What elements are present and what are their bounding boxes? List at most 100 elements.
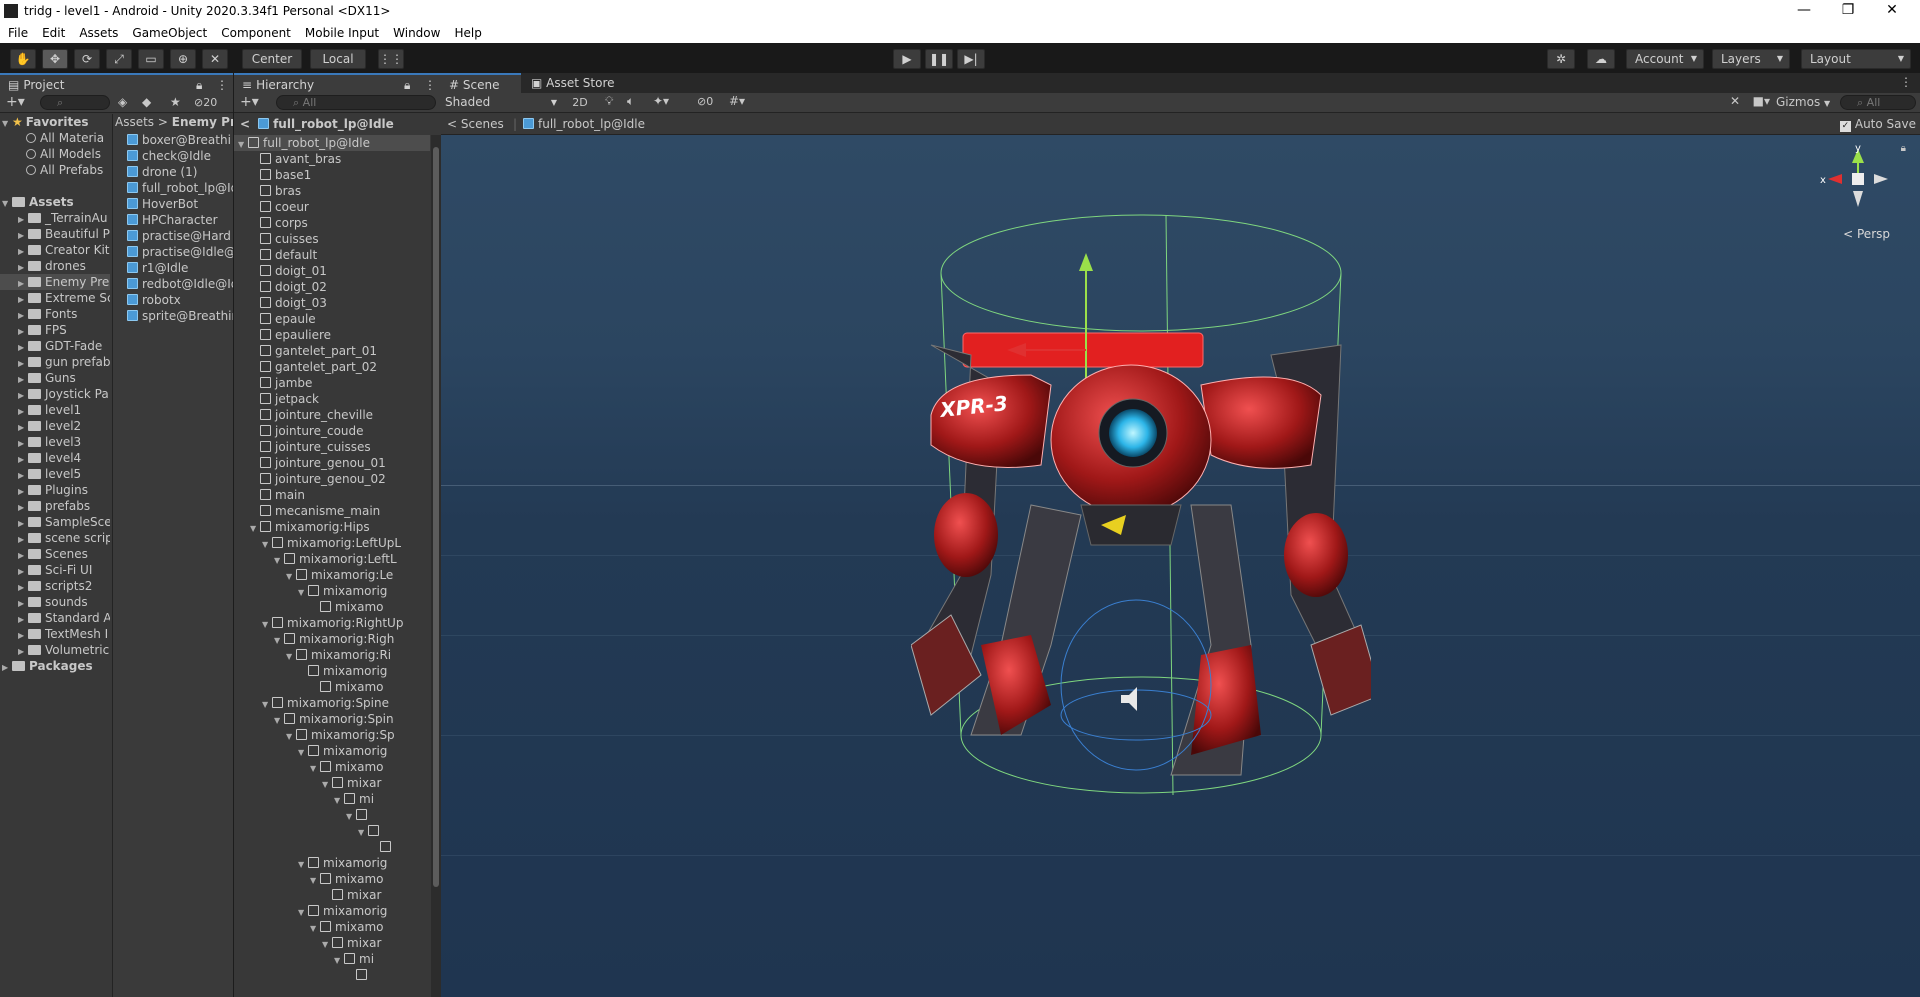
- menu-edit[interactable]: Edit: [34, 26, 71, 40]
- expand-arrow-icon[interactable]: ▼: [274, 553, 284, 567]
- expand-arrow-icon[interactable]: ▶: [18, 644, 28, 658]
- expand-arrow-icon[interactable]: ▼: [322, 937, 332, 951]
- hierarchy-row[interactable]: ▼ mixamorig:RightUp: [234, 615, 430, 631]
- tab-asset-store[interactable]: ▣ Asset Store: [523, 73, 623, 93]
- expand-arrow-icon[interactable]: ▶: [18, 276, 28, 290]
- back-arrow-icon[interactable]: <: [240, 117, 250, 131]
- expand-arrow-icon[interactable]: ▼: [334, 953, 344, 967]
- folder-item[interactable]: ▶ Guns: [0, 370, 110, 386]
- expand-arrow-icon[interactable]: ▶: [18, 212, 28, 226]
- folder-item[interactable]: ▶ level1: [0, 402, 110, 418]
- hierarchy-row[interactable]: gantelet_part_02: [234, 359, 430, 375]
- expand-arrow-icon[interactable]: ▶: [18, 612, 28, 626]
- menu-file[interactable]: File: [0, 26, 34, 40]
- hierarchy-row[interactable]: mixar: [234, 887, 430, 903]
- folder-item[interactable]: ▶ gun prefab: [0, 354, 110, 370]
- hierarchy-row[interactable]: jambe: [234, 375, 430, 391]
- folder-item[interactable]: ▶ Plugins: [0, 482, 110, 498]
- folder-item[interactable]: ▶ sounds: [0, 594, 110, 610]
- expand-arrow-icon[interactable]: ▶: [18, 564, 28, 578]
- lock-icon[interactable]: 🔒︎: [1901, 143, 1906, 154]
- folder-item[interactable]: ▶ Enemy Pre: [0, 274, 110, 290]
- expand-arrow-icon[interactable]: ▶: [18, 516, 28, 530]
- folder-item[interactable]: ▶ level5: [0, 466, 110, 482]
- expand-arrow-icon[interactable]: ▶: [18, 596, 28, 610]
- expand-arrow-icon[interactable]: ▼: [298, 585, 308, 599]
- hierarchy-row[interactable]: mixamo: [234, 599, 430, 615]
- expand-arrow-icon[interactable]: ▶: [18, 388, 28, 402]
- hierarchy-row[interactable]: corps: [234, 215, 430, 231]
- hierarchy-row[interactable]: jointure_cheville: [234, 407, 430, 423]
- hierarchy-row[interactable]: ▼ mixamorig: [234, 855, 430, 871]
- expand-arrow-icon[interactable]: ▶: [18, 324, 28, 338]
- folder-item[interactable]: ▶ GDT-Fade: [0, 338, 110, 354]
- layout-dropdown[interactable]: Layout: [1801, 49, 1911, 69]
- hierarchy-row[interactable]: ▼ mixamorig:Spine: [234, 695, 430, 711]
- asset-item[interactable]: r1@Idle: [127, 260, 188, 276]
- hierarchy-row[interactable]: bras: [234, 183, 430, 199]
- asset-item[interactable]: practise@Idle@: [127, 244, 233, 260]
- filter-label-icon[interactable]: ◆: [142, 95, 151, 109]
- asset-item[interactable]: practise@Hard: [127, 228, 231, 244]
- favorites-header[interactable]: ▼ ★ Favorites: [2, 114, 88, 130]
- hierarchy-row[interactable]: base1: [234, 167, 430, 183]
- expand-arrow-icon[interactable]: ▼: [274, 633, 284, 647]
- expand-arrow-icon[interactable]: ▼: [262, 697, 272, 711]
- close-button[interactable]: ✕: [1870, 0, 1914, 22]
- expand-arrow-icon[interactable]: ▶: [18, 372, 28, 386]
- expand-arrow-icon[interactable]: ▼: [298, 905, 308, 919]
- cloud-icon[interactable]: ☁: [1587, 49, 1615, 69]
- expand-arrow-icon[interactable]: ▼: [262, 537, 272, 551]
- folder-item[interactable]: ▶ scene scrip: [0, 530, 110, 546]
- pause-button[interactable]: ❚❚: [925, 49, 953, 69]
- favorite-item[interactable]: All Prefabs: [26, 162, 103, 178]
- expand-arrow-icon[interactable]: ▶: [18, 532, 28, 546]
- hierarchy-row[interactable]: doigt_02: [234, 279, 430, 295]
- scene-viewport[interactable]: XPR-3 x y 🔒︎ < Persp: [441, 135, 1920, 997]
- menu-help[interactable]: Help: [446, 26, 487, 40]
- packages-root[interactable]: ▶ Packages: [2, 658, 93, 674]
- hierarchy-row[interactable]: ▼ mixamorig:LeftUpL: [234, 535, 430, 551]
- shading-mode-dropdown[interactable]: Shaded ▼: [445, 94, 561, 111]
- prefab-header[interactable]: < full_robot_lp@Idle: [234, 116, 442, 132]
- asset-item[interactable]: boxer@Breathi: [127, 132, 231, 148]
- expand-arrow-icon[interactable]: ▶: [18, 228, 28, 242]
- folder-item[interactable]: ▶ TextMesh I: [0, 626, 110, 642]
- rect-tool-icon[interactable]: ▭: [138, 49, 164, 69]
- hierarchy-row[interactable]: ▼ mixamorig:Le: [234, 567, 430, 583]
- expand-arrow-icon[interactable]: ▶: [18, 420, 28, 434]
- folder-item[interactable]: ▶ level2: [0, 418, 110, 434]
- hierarchy-search-input[interactable]: ⌕ All: [276, 95, 436, 110]
- hierarchy-row[interactable]: jetpack: [234, 391, 430, 407]
- hierarchy-row[interactable]: ▼: [234, 823, 430, 839]
- hierarchy-row[interactable]: ▼ mixamorig:Hips: [234, 519, 430, 535]
- folder-item[interactable]: ▶ drones: [0, 258, 110, 274]
- scenes-breadcrumb[interactable]: < Scenes: [447, 117, 504, 131]
- expand-arrow-icon[interactable]: ▶: [18, 436, 28, 450]
- hierarchy-row[interactable]: ▼: [234, 807, 430, 823]
- lock-icon[interactable]: 🔒︎: [196, 75, 202, 95]
- expand-arrow-icon[interactable]: ▼: [286, 729, 296, 743]
- asset-item[interactable]: drone (1): [127, 164, 197, 180]
- scale-tool-icon[interactable]: ⤢: [106, 49, 132, 69]
- transform-tool-icon[interactable]: ⊕: [170, 49, 196, 69]
- expand-arrow-icon[interactable]: ▼: [298, 745, 308, 759]
- hierarchy-row[interactable]: [234, 839, 430, 855]
- folder-item[interactable]: ▶ Extreme Sc: [0, 290, 110, 306]
- hierarchy-row[interactable]: ▼ mixamo: [234, 919, 430, 935]
- camera-icon[interactable]: ■▾: [1753, 94, 1770, 108]
- folder-item[interactable]: ▶ Scenes: [0, 546, 110, 562]
- expand-arrow-icon[interactable]: ▼: [334, 793, 344, 807]
- hierarchy-row[interactable]: jointure_genou_01: [234, 455, 430, 471]
- hierarchy-row[interactable]: ▼ mixamorig:Righ: [234, 631, 430, 647]
- hierarchy-row[interactable]: doigt_03: [234, 295, 430, 311]
- menu-component[interactable]: Component: [213, 26, 297, 40]
- audio-toggle-icon[interactable]: 🔈︎: [627, 94, 634, 109]
- layers-dropdown[interactable]: Layers: [1712, 49, 1790, 69]
- folder-item[interactable]: ▶ SampleSce: [0, 514, 110, 530]
- folder-item[interactable]: ▶ FPS: [0, 322, 110, 338]
- tools-icon[interactable]: ✕: [1730, 94, 1740, 108]
- expand-arrow-icon[interactable]: ▶: [18, 308, 28, 322]
- hierarchy-row[interactable]: ▼ mixar: [234, 935, 430, 951]
- hierarchy-row[interactable]: epaule: [234, 311, 430, 327]
